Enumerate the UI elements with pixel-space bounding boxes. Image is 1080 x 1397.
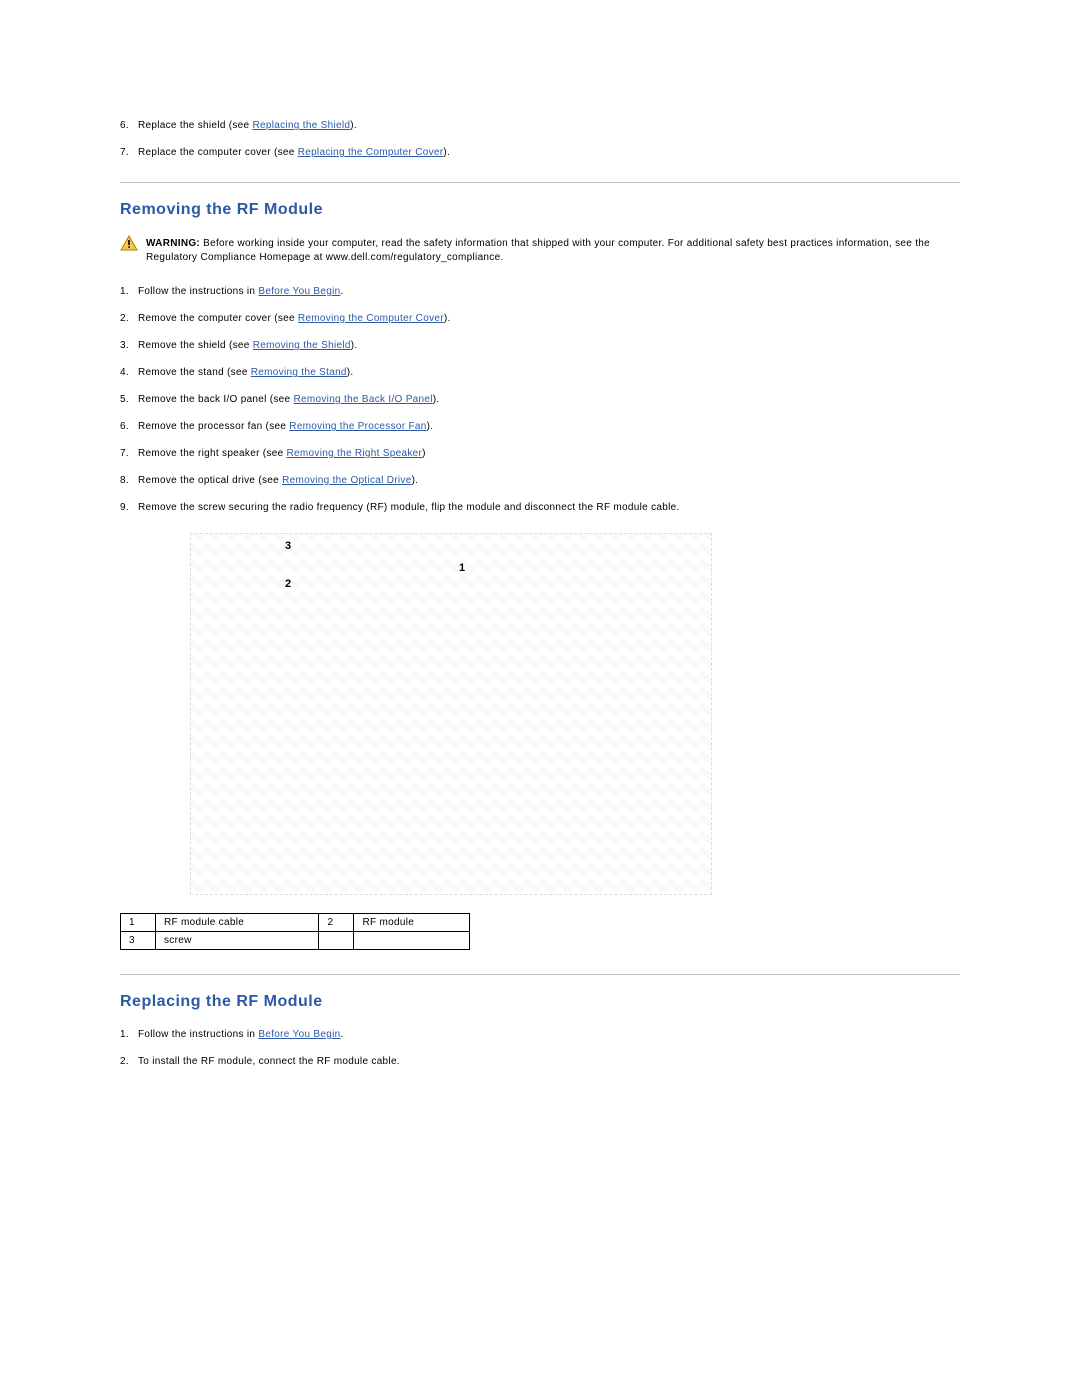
legend-num: 2 xyxy=(319,914,354,932)
legend-label: RF module xyxy=(354,914,470,932)
step-pre: Remove the screw securing the radio freq… xyxy=(138,502,680,513)
warning-label: WARNING: xyxy=(146,238,200,249)
step-post: . xyxy=(340,286,343,297)
legend-row: 1 RF module cable 2 RF module xyxy=(121,914,470,932)
legend-num: 3 xyxy=(121,932,156,950)
step-post: ). xyxy=(351,340,358,351)
step-post: ). xyxy=(350,120,357,131)
diagram-legend-table: 1 RF module cable 2 RF module 3 screw xyxy=(120,913,470,950)
step-pre: Remove the shield (see xyxy=(138,340,253,351)
cross-ref-link[interactable]: Removing the Processor Fan xyxy=(289,421,426,432)
step-pre: Replace the shield (see xyxy=(138,120,253,131)
warning-block: WARNING: Before working inside your comp… xyxy=(120,237,960,264)
top-step: 7. Replace the computer cover (see Repla… xyxy=(120,147,960,158)
step-pre: Remove the right speaker (see xyxy=(138,448,287,459)
section1-steps: 1. Follow the instructions in Before You… xyxy=(120,286,960,513)
cross-ref-link[interactable]: Removing the Computer Cover xyxy=(298,313,444,324)
cross-ref-link[interactable]: Removing the Stand xyxy=(251,367,347,378)
step-pre: Follow the instructions in xyxy=(138,1029,258,1040)
step-text: Replace the computer cover (see Replacin… xyxy=(138,147,450,158)
step-number: 8. xyxy=(120,475,138,486)
step-post: ). xyxy=(433,394,440,405)
step-pre: Remove the processor fan (see xyxy=(138,421,289,432)
section-heading-removing: Removing the RF Module xyxy=(120,201,960,219)
step: 1. Follow the instructions in Before You… xyxy=(120,286,960,297)
top-steps-block: 6. Replace the shield (see Replacing the… xyxy=(120,120,960,158)
step: 2. Remove the computer cover (see Removi… xyxy=(120,313,960,324)
warning-text: Before working inside your computer, rea… xyxy=(146,238,930,263)
step-number: 2. xyxy=(120,1056,138,1067)
step: 7. Remove the right speaker (see Removin… xyxy=(120,448,960,459)
section2-steps: 1. Follow the instructions in Before You… xyxy=(120,1029,960,1067)
section-rule xyxy=(120,974,960,975)
step: 4. Remove the stand (see Removing the St… xyxy=(120,367,960,378)
cross-ref-link[interactable]: Removing the Shield xyxy=(253,340,351,351)
cross-ref-link[interactable]: Before You Begin xyxy=(258,286,340,297)
diagram-callout-3: 3 xyxy=(285,540,291,552)
step-number: 9. xyxy=(120,502,138,513)
legend-label: RF module cable xyxy=(156,914,319,932)
diagram-callout-2: 2 xyxy=(285,578,291,590)
step: 2. To install the RF module, connect the… xyxy=(120,1056,960,1067)
step-post: ). xyxy=(427,421,434,432)
step-pre: To install the RF module, connect the RF… xyxy=(138,1056,400,1067)
warning-icon xyxy=(120,235,138,256)
cross-ref-link[interactable]: Replacing the Computer Cover xyxy=(298,147,444,158)
legend-num: 1 xyxy=(121,914,156,932)
step-number: 6. xyxy=(120,421,138,432)
step-post: ). xyxy=(347,367,354,378)
step: 9. Remove the screw securing the radio f… xyxy=(120,502,960,513)
cross-ref-link[interactable]: Replacing the Shield xyxy=(253,120,351,131)
step-pre: Replace the computer cover (see xyxy=(138,147,298,158)
step-post: ). xyxy=(412,475,419,486)
cross-ref-link[interactable]: Removing the Back I/O Panel xyxy=(294,394,433,405)
step-number: 7. xyxy=(120,448,138,459)
step-pre: Follow the instructions in xyxy=(138,286,258,297)
step-number: 3. xyxy=(120,340,138,351)
step-pre: Remove the back I/O panel (see xyxy=(138,394,294,405)
step-number: 7. xyxy=(120,147,138,158)
legend-row: 3 screw xyxy=(121,932,470,950)
step: 5. Remove the back I/O panel (see Removi… xyxy=(120,394,960,405)
cross-ref-link[interactable]: Before You Begin xyxy=(258,1029,340,1040)
step-number: 1. xyxy=(120,1029,138,1040)
top-step: 6. Replace the shield (see Replacing the… xyxy=(120,120,960,131)
step: 8. Remove the optical drive (see Removin… xyxy=(120,475,960,486)
step-text: Replace the shield (see Replacing the Sh… xyxy=(138,120,357,131)
step-post: . xyxy=(340,1029,343,1040)
step-post: ). xyxy=(443,147,450,158)
step-number: 2. xyxy=(120,313,138,324)
cross-ref-link[interactable]: Removing the Right Speaker xyxy=(287,448,423,459)
cross-ref-link[interactable]: Removing the Optical Drive xyxy=(282,475,412,486)
legend-empty xyxy=(354,932,470,950)
rf-module-diagram: 3 1 2 xyxy=(190,533,712,895)
step: 6. Remove the processor fan (see Removin… xyxy=(120,421,960,432)
step: 3. Remove the shield (see Removing the S… xyxy=(120,340,960,351)
section-heading-replacing: Replacing the RF Module xyxy=(120,993,960,1011)
legend-empty xyxy=(319,932,354,950)
step-number: 4. xyxy=(120,367,138,378)
diagram-callout-1: 1 xyxy=(459,562,465,574)
section-rule xyxy=(120,182,960,183)
step-pre: Remove the stand (see xyxy=(138,367,251,378)
step: 1. Follow the instructions in Before You… xyxy=(120,1029,960,1040)
warning-text-wrap: WARNING: Before working inside your comp… xyxy=(146,237,960,264)
step-number: 5. xyxy=(120,394,138,405)
step-number: 1. xyxy=(120,286,138,297)
step-number: 6. xyxy=(120,120,138,131)
step-pre: Remove the computer cover (see xyxy=(138,313,298,324)
step-post: ) xyxy=(422,448,426,459)
step-pre: Remove the optical drive (see xyxy=(138,475,282,486)
legend-label: screw xyxy=(156,932,319,950)
step-post: ). xyxy=(444,313,451,324)
